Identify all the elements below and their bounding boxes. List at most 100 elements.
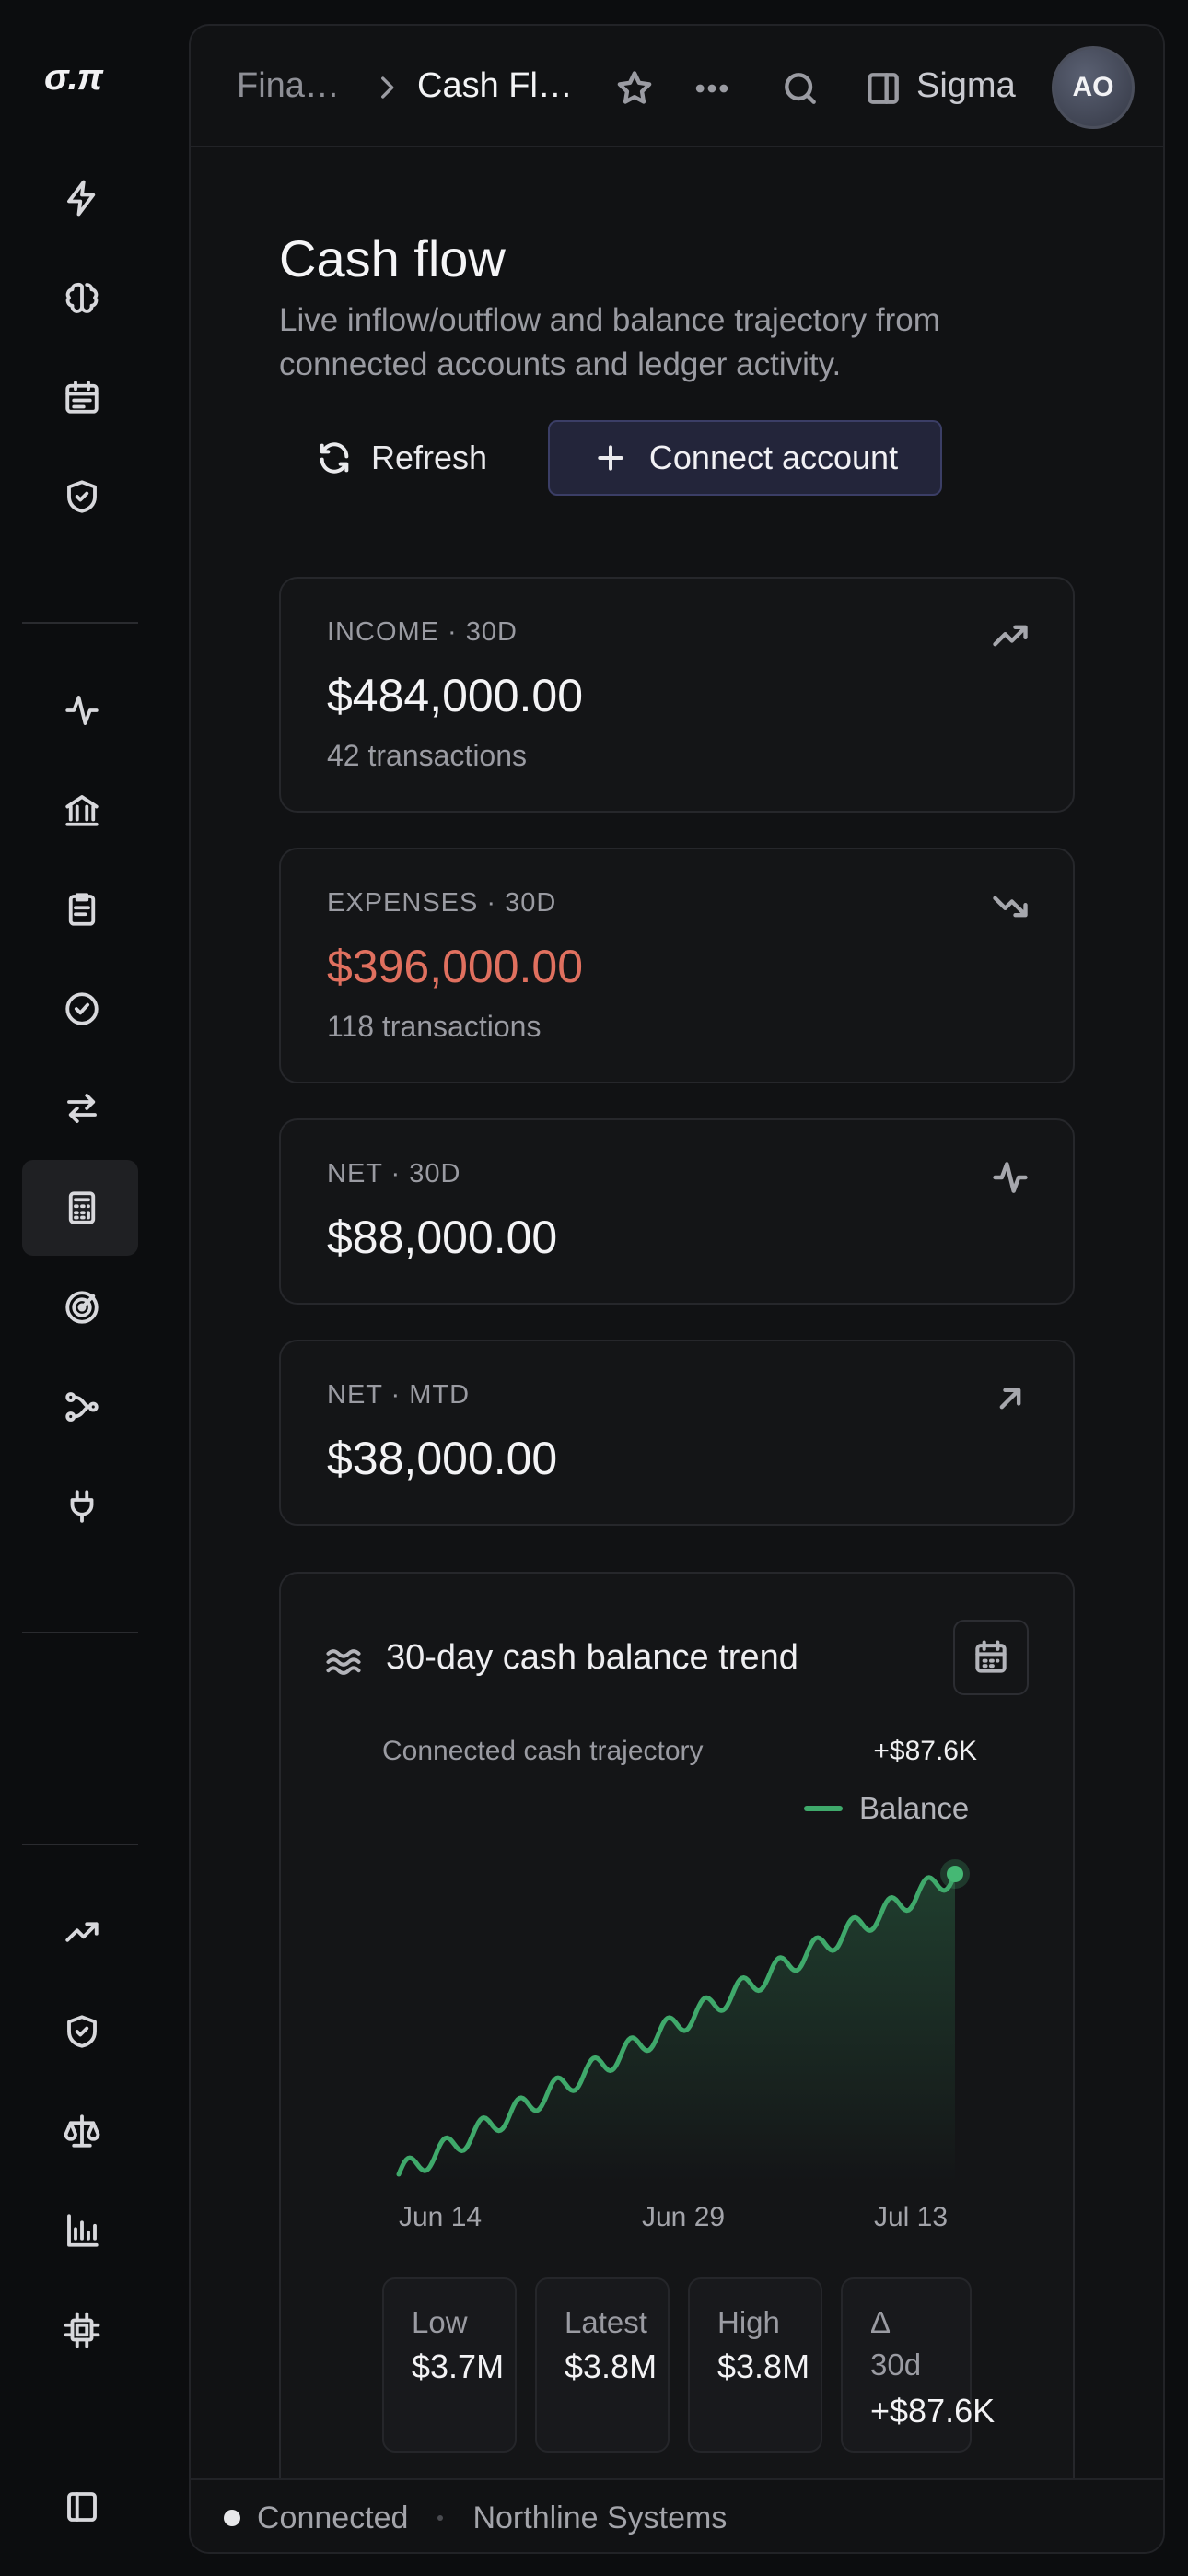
stat-meta: 42 transactions bbox=[327, 739, 528, 772]
summary-latest: Latest $3.8M bbox=[535, 2277, 670, 2453]
stat-value: $38,000.00 bbox=[327, 1433, 558, 1484]
rail-item-quick-actions[interactable] bbox=[22, 150, 138, 246]
sidebar-rail: σ.π bbox=[0, 0, 189, 2576]
summary-low: Low $3.7M bbox=[382, 2277, 517, 2453]
breadcrumb-parent[interactable]: Fina… bbox=[237, 66, 340, 106]
chevron-right-icon bbox=[371, 72, 402, 108]
summary-value: $3.8M bbox=[717, 2348, 810, 2385]
page-title: Cash flow bbox=[279, 229, 506, 287]
connect-account-label: Connect account bbox=[648, 439, 899, 476]
rail-item-approvals[interactable] bbox=[22, 961, 138, 1057]
rail-item-legal[interactable] bbox=[22, 2083, 138, 2179]
badge-check-icon bbox=[65, 992, 99, 1025]
summary-value: +$87.6K bbox=[870, 2392, 996, 2430]
rail-item-targets[interactable] bbox=[22, 1259, 138, 1355]
search-icon[interactable] bbox=[780, 68, 821, 109]
chip-icon bbox=[64, 2312, 100, 2348]
connect-account-button[interactable]: Connect account bbox=[548, 420, 942, 496]
summary-label: Δ 30d bbox=[870, 2305, 922, 2382]
breadcrumb-current[interactable]: Cash Fl… bbox=[417, 66, 573, 106]
summary-value: $3.8M bbox=[565, 2348, 658, 2385]
stat-card-net-mtd: NET · MTD $38,000.00 bbox=[279, 1340, 1075, 1526]
rail-item-tasks[interactable] bbox=[22, 861, 138, 957]
stat-label: INCOME · 30D bbox=[327, 617, 518, 647]
x-tick-label: Jul 13 bbox=[874, 2202, 949, 2232]
x-tick-label: Jun 29 bbox=[642, 2202, 726, 2232]
stat-label: NET · 30D bbox=[327, 1159, 461, 1188]
shield-check-icon bbox=[67, 2015, 97, 2048]
bar-chart-icon bbox=[67, 2214, 99, 2247]
rail-item-cash-flow[interactable] bbox=[22, 1160, 138, 1256]
activity-icon bbox=[65, 696, 99, 725]
bank-icon bbox=[65, 795, 99, 826]
x-tick-label: Jun 14 bbox=[399, 2202, 483, 2232]
rail-divider bbox=[22, 622, 138, 624]
rail-divider bbox=[22, 1632, 138, 1633]
activity-icon bbox=[990, 1157, 1031, 1198]
refresh-button[interactable]: Refresh bbox=[296, 420, 507, 496]
summary-label: High bbox=[717, 2305, 780, 2339]
page-subtitle: Live inflow/outflow and balance trajecto… bbox=[279, 302, 940, 382]
stat-value: $88,000.00 bbox=[327, 1212, 558, 1263]
lightning-icon bbox=[67, 180, 96, 217]
trending-up-icon bbox=[65, 1922, 99, 1942]
rail-item-activity[interactable] bbox=[22, 662, 138, 758]
summary-label: Latest bbox=[565, 2305, 647, 2339]
summary-high: High $3.8M bbox=[688, 2277, 822, 2453]
trending-down-icon bbox=[990, 886, 1031, 927]
rail-item-compliance[interactable] bbox=[22, 1984, 138, 2079]
rail-divider bbox=[22, 1844, 138, 1845]
transfer-arrows-icon bbox=[67, 1094, 97, 1123]
rail-item-workflows[interactable] bbox=[22, 1359, 138, 1455]
organization-name[interactable]: Northline Systems bbox=[472, 2500, 727, 2536]
rail-item-reports[interactable] bbox=[22, 2183, 138, 2278]
balance-latest-point[interactable] bbox=[947, 1866, 963, 1882]
stat-value: $396,000.00 bbox=[327, 941, 584, 992]
workspace-name[interactable]: Sigma bbox=[916, 66, 1016, 106]
refresh-label: Refresh bbox=[371, 439, 488, 476]
plug-icon bbox=[70, 1490, 94, 1523]
rail-item-transfers[interactable] bbox=[22, 1060, 138, 1156]
rail-collapse-toggle[interactable] bbox=[22, 2459, 138, 2555]
summary-value: $3.7M bbox=[412, 2348, 505, 2385]
refresh-icon bbox=[320, 442, 349, 474]
target-icon bbox=[65, 1291, 99, 1324]
rail-item-system[interactable] bbox=[22, 2282, 138, 2378]
brain-icon bbox=[65, 282, 99, 313]
stat-value: $484,000.00 bbox=[327, 670, 584, 721]
top-bar: Fina… Cash Fl… Sigma AO bbox=[191, 26, 1163, 147]
status-separator bbox=[437, 2515, 444, 2521]
stat-label: EXPENSES · 30D bbox=[327, 888, 557, 918]
arrow-up-right-icon bbox=[990, 1378, 1031, 1419]
rail-item-growth[interactable] bbox=[22, 1884, 138, 1980]
avatar[interactable]: AO bbox=[1052, 46, 1135, 129]
calculator-icon bbox=[68, 1191, 96, 1224]
main-panel: Fina… Cash Fl… Sigma AO Cash flow Live i… bbox=[189, 24, 1165, 2554]
more-horizontal-icon[interactable] bbox=[692, 68, 732, 109]
rail-item-ai[interactable] bbox=[22, 250, 138, 345]
sidebar-panel-icon[interactable] bbox=[863, 68, 903, 109]
workflow-icon bbox=[65, 1392, 99, 1422]
rail-item-calendar[interactable] bbox=[22, 349, 138, 445]
sidebar-panel-icon bbox=[67, 2492, 97, 2522]
plus-icon bbox=[598, 445, 623, 471]
stat-meta: 118 transactions bbox=[327, 1010, 542, 1043]
summary-delta: Δ 30d +$87.6K bbox=[841, 2277, 995, 2453]
stat-card-income: INCOME · 30D $484,000.00 42 transactions bbox=[279, 577, 1075, 813]
stat-label: NET · MTD bbox=[327, 1380, 471, 1410]
trending-up-icon bbox=[990, 615, 1031, 656]
stat-card-expenses: EXPENSES · 30D $396,000.00 118 transacti… bbox=[279, 848, 1075, 1083]
status-bar: Connected Northline Systems bbox=[191, 2478, 1163, 2552]
rail-item-integrations[interactable] bbox=[22, 1458, 138, 1554]
cash-balance-chart-card: 30-day cash balance trend Connected cash… bbox=[279, 1572, 1075, 2552]
calendar-list-icon bbox=[65, 381, 99, 414]
scale-icon bbox=[64, 2114, 100, 2148]
rail-item-security[interactable] bbox=[22, 449, 138, 544]
app-logo[interactable]: σ.π bbox=[44, 57, 103, 99]
rail-item-banking[interactable] bbox=[22, 762, 138, 858]
clipboard-icon bbox=[68, 893, 96, 926]
summary-label: Low bbox=[412, 2305, 468, 2339]
stat-card-net-30d: NET · 30D $88,000.00 bbox=[279, 1118, 1075, 1305]
connection-status: Connected bbox=[257, 2500, 409, 2535]
star-icon[interactable] bbox=[614, 68, 655, 109]
